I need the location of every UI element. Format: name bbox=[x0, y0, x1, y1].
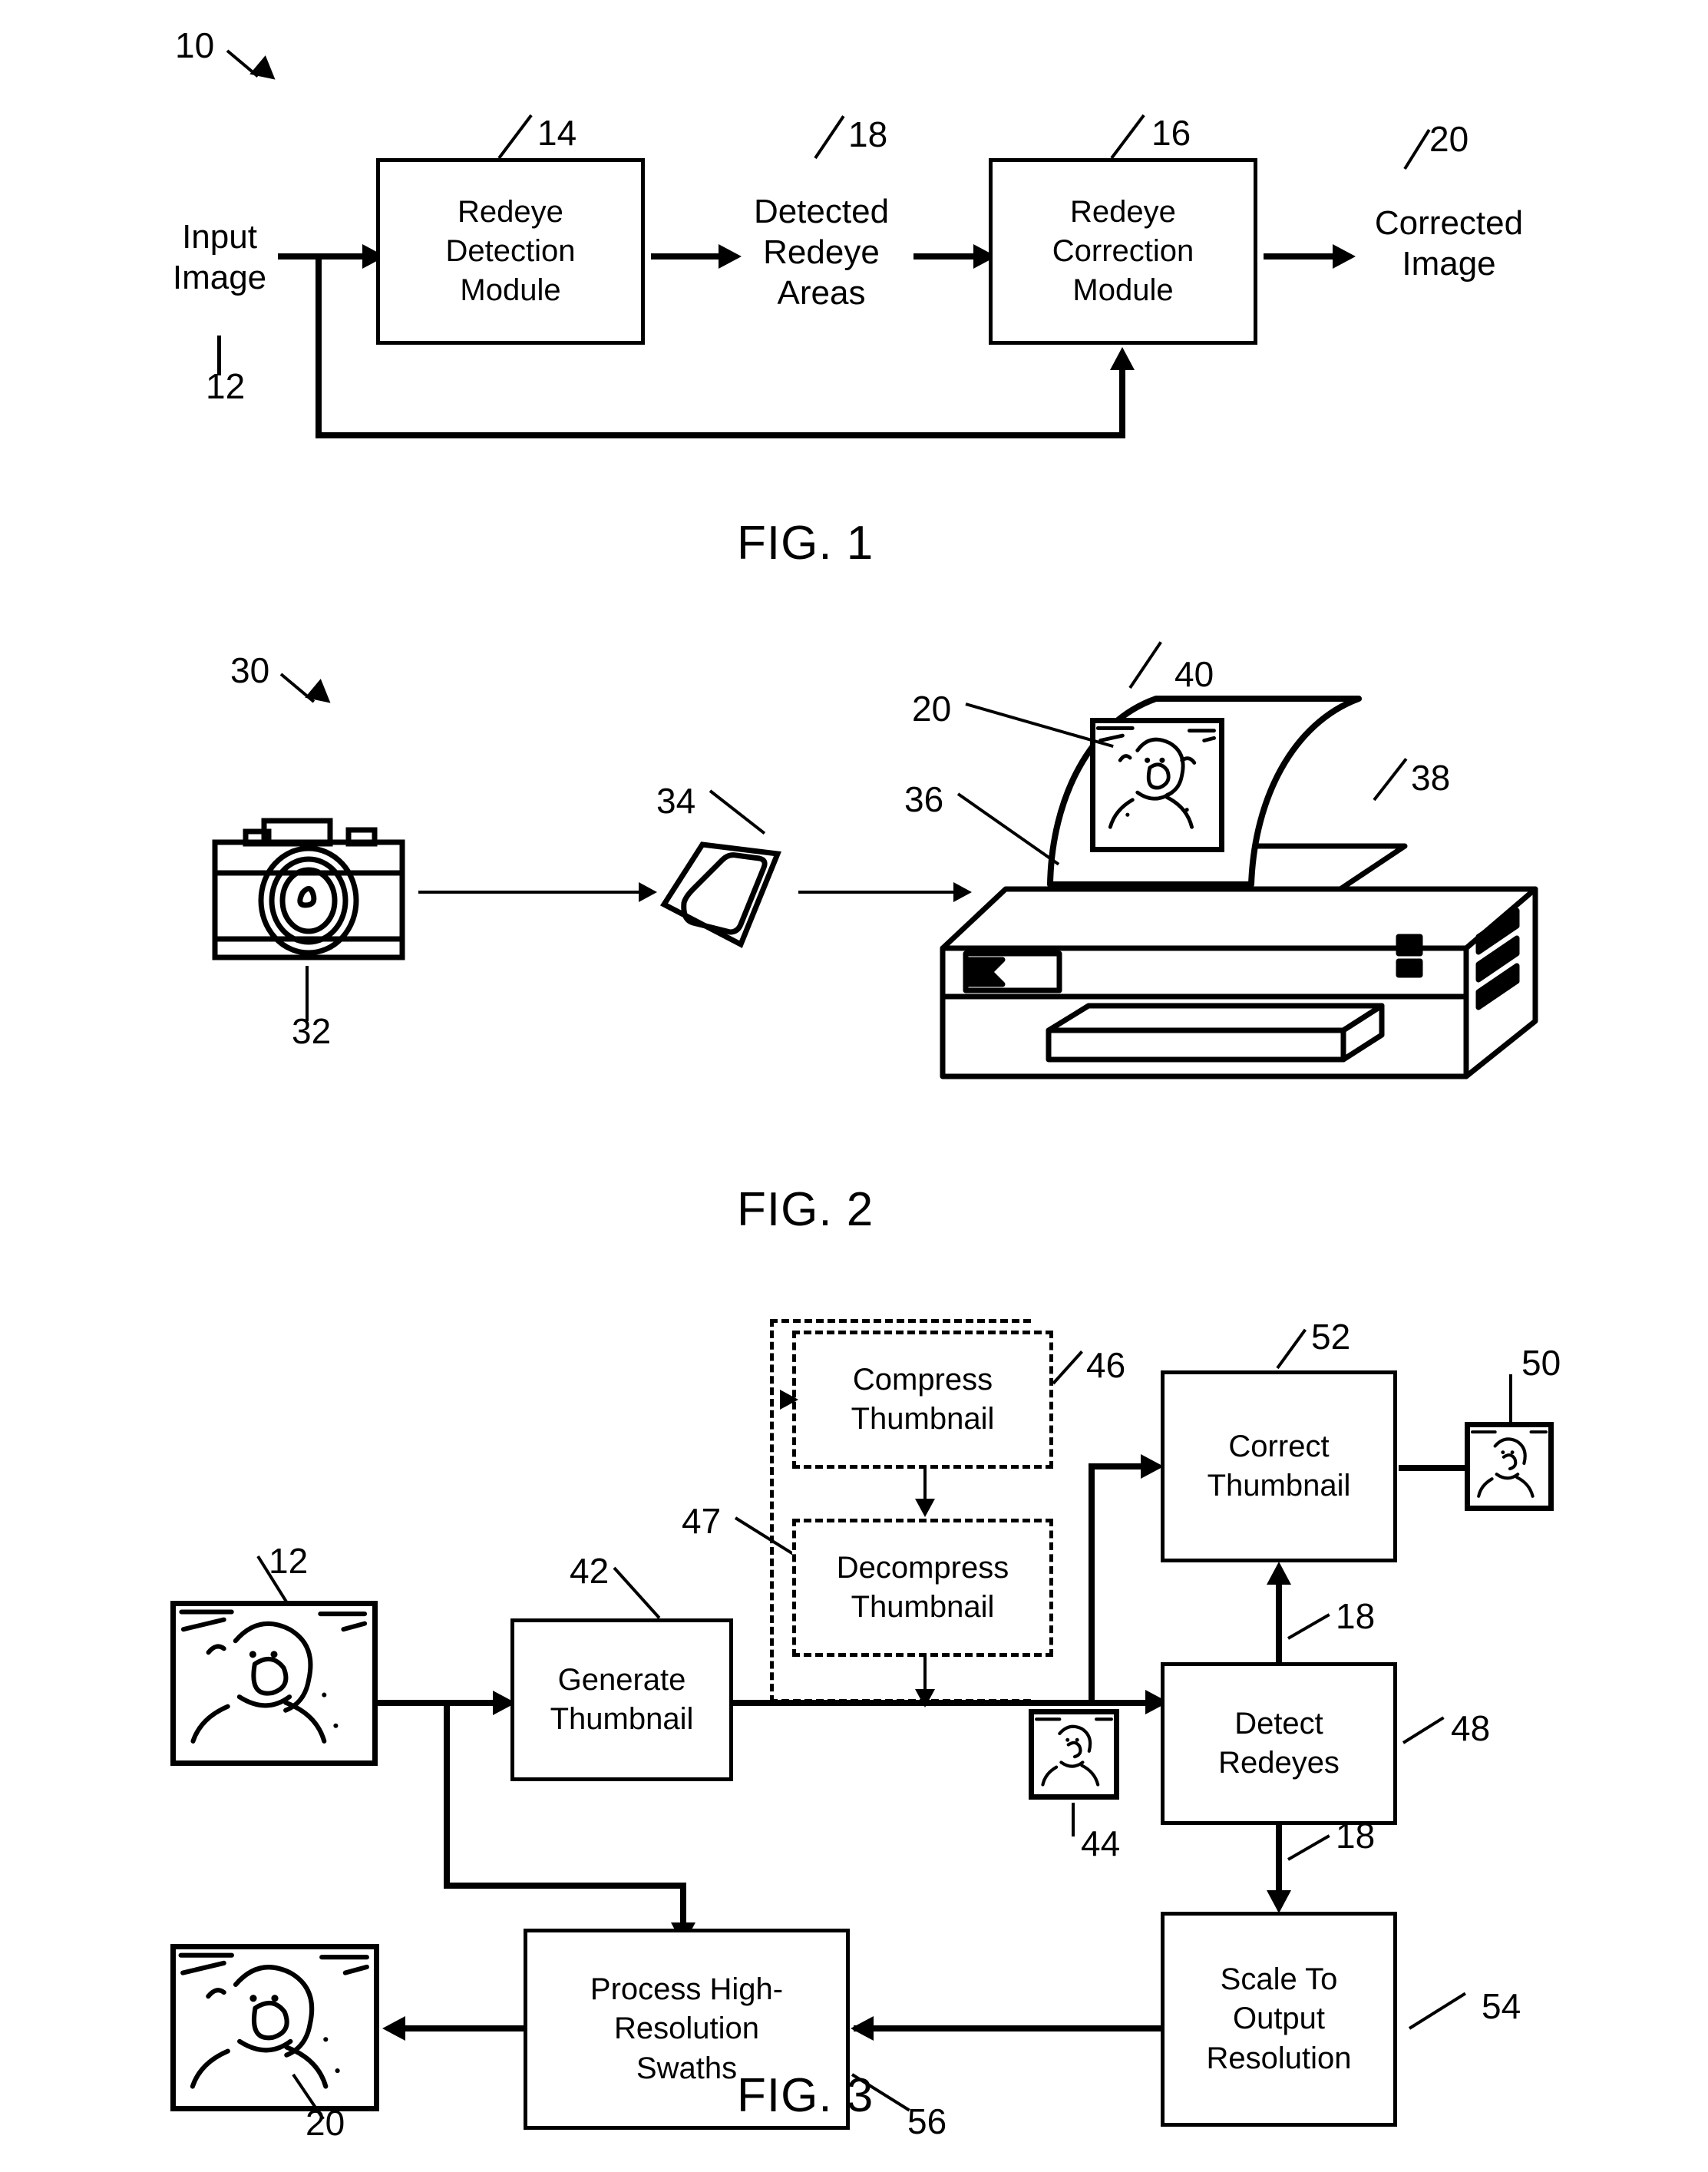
memory-card-icon bbox=[649, 814, 802, 971]
fig1-arrow-detection-to-areas bbox=[651, 253, 726, 260]
fig3-arrowhead-detect-to-correct bbox=[1267, 1562, 1291, 1585]
camera-icon bbox=[209, 802, 408, 964]
fig3-generate-thumbnail: Generate Thumbnail bbox=[510, 1618, 733, 1781]
ref-numeral-14: 14 bbox=[537, 113, 577, 153]
fig1-input-image-label: Input Image bbox=[172, 218, 267, 296]
leader-line-14 bbox=[497, 114, 533, 160]
ref-numeral-18-a: 18 bbox=[1336, 1596, 1376, 1636]
leader-line-52 bbox=[1276, 1328, 1307, 1370]
fig1-feedback-arrowhead bbox=[1110, 347, 1135, 370]
leader-line-44 bbox=[1072, 1803, 1075, 1836]
leader-line-48 bbox=[1402, 1716, 1445, 1744]
fig1-arrow-areas-to-correction bbox=[913, 253, 983, 260]
fig3-thumbnail-44 bbox=[1029, 1709, 1119, 1800]
ref-numeral-38: 38 bbox=[1411, 758, 1451, 798]
ref-numeral-12: 12 bbox=[206, 366, 246, 406]
fig3-branch-horizontal-to-swaths bbox=[444, 1883, 686, 1889]
fig3-detect-redeyes: Detect Redeyes bbox=[1161, 1662, 1397, 1825]
patent-drawing-sheet: 10 Input Image 12 Redeye Detection Modul… bbox=[0, 0, 1708, 2172]
fig1-redeye-detection-module: Redeye Detection Module bbox=[376, 158, 645, 345]
fig3-arrow-input-to-generate bbox=[378, 1700, 507, 1706]
fig2-caption: FIG. 2 bbox=[737, 1183, 874, 1236]
ref-numeral-48: 48 bbox=[1451, 1708, 1491, 1748]
fig3-compress-thumbnail: Compress Thumbnail bbox=[792, 1331, 1053, 1469]
ref-numeral-32: 32 bbox=[292, 1011, 332, 1051]
ref-numeral-20-fig2: 20 bbox=[912, 689, 952, 729]
fig3-bus-into-correct bbox=[1089, 1463, 1147, 1469]
ref-numeral-42: 42 bbox=[570, 1551, 610, 1591]
fig3-arrowhead-into-correct bbox=[1141, 1454, 1164, 1479]
leader-line-50 bbox=[1509, 1374, 1512, 1422]
ref-numeral-18: 18 bbox=[848, 114, 888, 154]
fig3-arrow-generate-to-detect bbox=[731, 1700, 1159, 1706]
fig3-arrowhead-scale-to-swaths bbox=[851, 2016, 874, 2041]
ref-numeral-47: 47 bbox=[682, 1501, 722, 1541]
ref-numeral-52: 52 bbox=[1311, 1317, 1351, 1357]
fig3-corrected-image-thumbnail bbox=[170, 1944, 379, 2111]
fig1-feedback-up-leg bbox=[1119, 370, 1125, 435]
leader-line-54 bbox=[1408, 1992, 1466, 2030]
leader-line-20 bbox=[1403, 129, 1431, 170]
fig3-input-image-thumbnail bbox=[170, 1601, 378, 1766]
leader-line-40 bbox=[1128, 641, 1162, 689]
leader-line-16 bbox=[1110, 114, 1145, 160]
fig3-branch-down-leg bbox=[680, 1883, 686, 1929]
fig1-detected-redeye-areas-label: Detected Redeye Areas bbox=[753, 193, 890, 312]
ref-numeral-54: 54 bbox=[1482, 1986, 1521, 2026]
ref-numeral-30: 30 bbox=[230, 650, 270, 690]
fig3-arrowhead-detect-to-scale bbox=[1267, 1890, 1291, 1913]
fig1-feedback-down-leg bbox=[316, 253, 322, 438]
fig1-arrowhead-correction-to-output bbox=[1333, 244, 1356, 269]
ref-numeral-12-fig3: 12 bbox=[269, 1541, 309, 1581]
fig1-redeye-correction-module: Redeye Correction Module bbox=[989, 158, 1257, 345]
ref-numeral-16: 16 bbox=[1151, 113, 1191, 153]
ref-numeral-34: 34 bbox=[656, 781, 696, 821]
fig2-arrow-camera-to-card bbox=[418, 891, 645, 894]
leader-line-18b bbox=[1287, 1834, 1330, 1861]
leader-line-46 bbox=[1052, 1350, 1083, 1385]
ref-numeral-40: 40 bbox=[1174, 654, 1214, 694]
ref-numeral-20: 20 bbox=[1429, 119, 1469, 159]
fig3-arrowhead-swaths-to-output bbox=[382, 2016, 405, 2041]
fig1-corrected-image-label: Corrected Image bbox=[1374, 204, 1524, 283]
fig3-arrow-scale-to-swaths bbox=[854, 2025, 1161, 2031]
fig3-arrow-swaths-to-output bbox=[390, 2025, 525, 2031]
ref-numeral-20-fig3: 20 bbox=[306, 2103, 345, 2143]
leader-arrow-30 bbox=[305, 679, 339, 712]
ref-numeral-36: 36 bbox=[904, 779, 944, 819]
leader-line-18a bbox=[1287, 1613, 1330, 1640]
printer-icon bbox=[929, 683, 1643, 1083]
fig3-caption: FIG. 3 bbox=[737, 2069, 874, 2122]
fig3-link-detect-to-scale bbox=[1276, 1823, 1282, 1897]
leader-line-18 bbox=[814, 115, 845, 160]
fig2-corrected-image-thumbnail bbox=[1090, 718, 1224, 852]
fig1-caption: FIG. 1 bbox=[737, 517, 874, 570]
fig3-correct-thumbnail: Correct Thumbnail bbox=[1161, 1370, 1397, 1562]
fig1-feedback-horizontal bbox=[316, 432, 1125, 438]
ref-numeral-56: 56 bbox=[907, 2101, 947, 2141]
fig3-corrected-thumbnail-50 bbox=[1465, 1422, 1554, 1511]
ref-numeral-44: 44 bbox=[1081, 1823, 1121, 1863]
fig3-scale-to-output-resolution: Scale To Output Resolution bbox=[1161, 1912, 1397, 2127]
fig3-branch-down-to-swaths bbox=[444, 1700, 450, 1889]
fig3-arrowhead-compress-decompress bbox=[915, 1499, 935, 1517]
fig1-arrow-correction-to-output bbox=[1264, 253, 1340, 260]
ref-numeral-46: 46 bbox=[1086, 1345, 1126, 1385]
fig3-arrowhead-into-compress bbox=[780, 1390, 798, 1410]
fig3-decompress-thumbnail: Decompress Thumbnail bbox=[792, 1519, 1053, 1657]
ref-numeral-10: 10 bbox=[175, 25, 215, 65]
ref-numeral-50: 50 bbox=[1521, 1343, 1561, 1383]
fig1-arrow-input-to-detection bbox=[278, 253, 368, 260]
ref-numeral-18-b: 18 bbox=[1336, 1816, 1376, 1856]
leader-line-42 bbox=[613, 1566, 661, 1619]
leader-arrow-10 bbox=[249, 55, 283, 89]
fig3-bus-up-to-correct bbox=[1089, 1465, 1095, 1701]
fig3-link-detect-to-correct bbox=[1276, 1583, 1282, 1665]
